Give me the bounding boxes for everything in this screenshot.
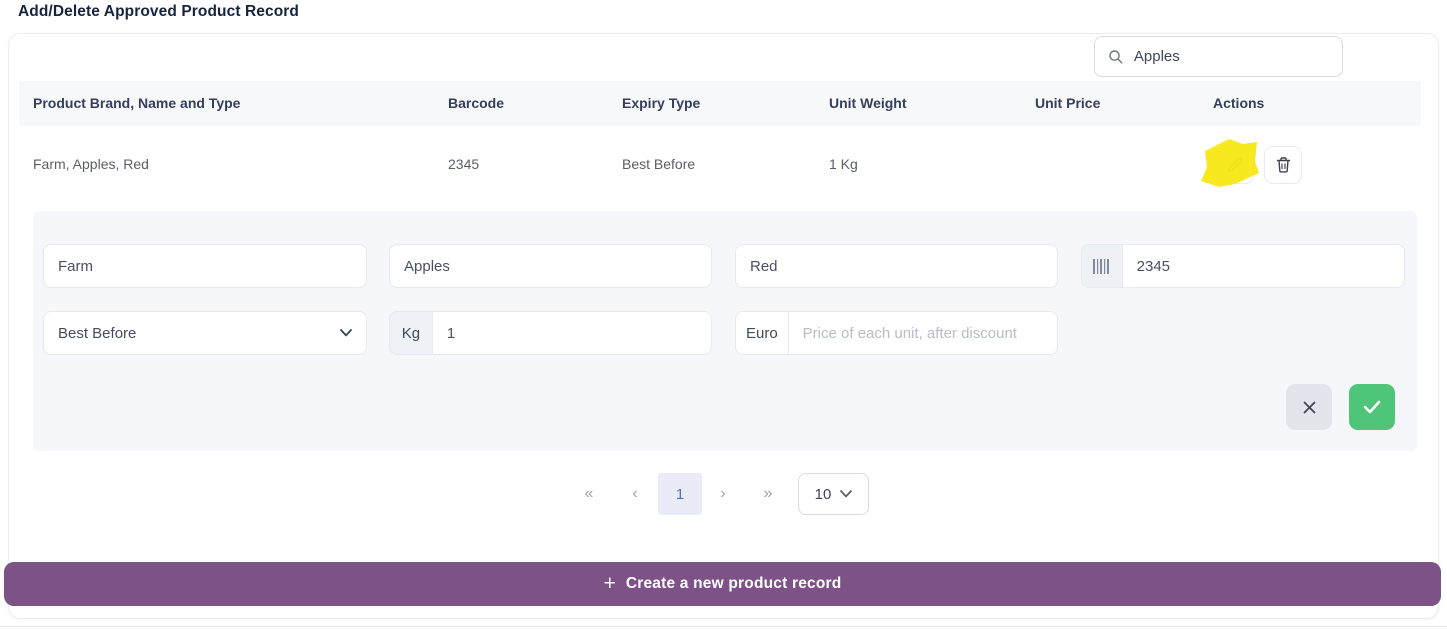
cell-unit-weight: 1 Kg (829, 156, 858, 172)
cancel-edit-button[interactable] (1286, 384, 1332, 430)
chevron-down-icon (840, 490, 852, 498)
cell-product: Farm, Apples, Red (33, 156, 149, 172)
pagination-last-button[interactable]: » (752, 473, 784, 515)
pagination-first-button[interactable]: « (573, 473, 605, 515)
column-header-product: Product Brand, Name and Type (33, 95, 240, 111)
page: Add/Delete Approved Product Record Produ… (0, 0, 1447, 629)
unit-weight-field[interactable] (432, 311, 712, 355)
delete-button[interactable] (1264, 146, 1302, 184)
pagination-next-button[interactable]: › (707, 473, 739, 515)
column-header-expiry-type: Expiry Type (622, 95, 700, 111)
page-size-select[interactable]: 10 (798, 473, 869, 515)
trash-icon (1275, 156, 1292, 174)
unit-price-field[interactable] (788, 311, 1058, 355)
confirm-edit-button[interactable] (1349, 384, 1395, 430)
column-header-unit-price: Unit Price (1035, 95, 1100, 111)
column-header-unit-weight: Unit Weight (829, 95, 907, 111)
barcode-icon (1081, 244, 1122, 288)
barcode-field[interactable] (1122, 244, 1405, 288)
column-header-barcode: Barcode (448, 95, 504, 111)
edit-form-panel: Best Before Kg Euro (33, 211, 1417, 451)
name-field[interactable] (389, 244, 712, 288)
check-icon (1362, 399, 1382, 415)
cell-barcode: 2345 (448, 156, 479, 172)
search-box (1094, 36, 1343, 77)
cell-expiry-type: Best Before (622, 156, 695, 172)
create-product-label: Create a new product record (626, 575, 842, 593)
unit-weight-prefix: Kg (389, 311, 432, 355)
column-header-actions: Actions (1213, 95, 1264, 111)
pencil-icon (1226, 156, 1244, 174)
type-field[interactable] (735, 244, 1058, 288)
edit-button[interactable] (1216, 146, 1254, 184)
page-title: Add/Delete Approved Product Record (18, 3, 299, 21)
chevron-down-icon (340, 329, 352, 337)
pagination-current-page[interactable]: 1 (658, 473, 702, 515)
search-input[interactable] (1134, 48, 1329, 65)
brand-field[interactable] (43, 244, 367, 288)
page-size-value: 10 (815, 486, 832, 503)
product-record-card: Product Brand, Name and Type Barcode Exp… (8, 33, 1439, 619)
bottom-divider (0, 626, 1447, 627)
pagination-prev-button[interactable]: ‹ (619, 473, 651, 515)
expiry-type-selected-value: Best Before (58, 325, 340, 342)
create-product-button[interactable]: + Create a new product record (4, 562, 1441, 606)
unit-price-prefix: Euro (735, 311, 788, 355)
expiry-type-select[interactable]: Best Before (43, 311, 367, 355)
search-icon (1108, 48, 1124, 66)
plus-icon: + (604, 573, 616, 594)
close-icon (1302, 400, 1317, 415)
